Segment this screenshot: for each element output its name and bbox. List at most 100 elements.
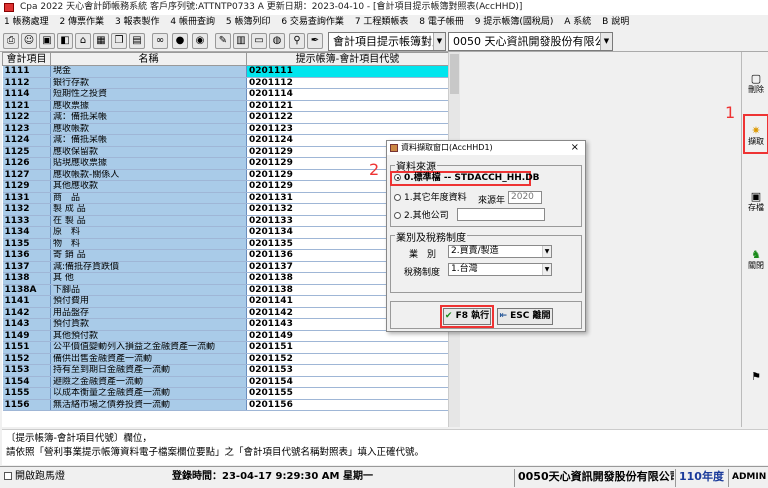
cell-account-name[interactable]: 貼現應收票據: [50, 157, 247, 170]
table-row[interactable]: 1156 無活絡市場之債券投資一流動 0201156: [2, 399, 448, 411]
save-icon[interactable]: ▣: [39, 33, 55, 49]
cell-tax-code[interactable]: 0201122: [246, 111, 448, 124]
cell-account-code[interactable]: 1152: [2, 353, 51, 365]
menu-item-engineering[interactable]: 7 工程類帳表: [351, 15, 413, 30]
checkbox-icon[interactable]: [4, 472, 12, 480]
table-row[interactable]: 1123 應收帳款 0201123: [2, 123, 448, 135]
menu-item-report[interactable]: 3 報表製作: [111, 15, 164, 30]
cell-account-code[interactable]: 1132: [2, 203, 51, 216]
menu-item-ebook[interactable]: 8 電子帳冊: [415, 15, 468, 30]
menu-item-print[interactable]: 5 帳簿列印: [222, 15, 275, 30]
cell-account-code[interactable]: 1133: [2, 215, 51, 227]
printer-icon[interactable]: ⎙: [3, 33, 19, 49]
search-icon[interactable]: ⚲: [289, 33, 305, 49]
cell-account-name[interactable]: 以成本衡量之金融資產一流動: [50, 387, 247, 400]
cell-account-code[interactable]: 1134: [2, 226, 51, 239]
cell-account-code[interactable]: 1156: [2, 399, 51, 411]
cell-tax-code[interactable]: 0201153: [246, 364, 448, 377]
cell-tax-code[interactable]: 0201152: [246, 353, 448, 365]
cell-account-code[interactable]: 1121: [2, 100, 51, 112]
cell-account-name[interactable]: 其他應收款: [50, 180, 247, 193]
table-row[interactable]: 1111 現金 0201111: [2, 65, 448, 78]
doc-icon[interactable]: ▤: [129, 33, 145, 49]
cell-tax-code[interactable]: 0201112: [246, 77, 448, 89]
monitor-icon[interactable]: ▭: [251, 33, 267, 49]
close-button[interactable]: ♞ 關閉: [745, 248, 767, 276]
cell-account-code[interactable]: 1131: [2, 192, 51, 204]
cell-account-name[interactable]: 備供出售金融資產一流動: [50, 353, 247, 365]
menu-item-trade[interactable]: 6 交易查詢作業: [277, 15, 348, 30]
table-row[interactable]: 1141 預付費用 0201141: [2, 295, 448, 308]
cell-account-name[interactable]: 短期性之投資: [50, 88, 247, 101]
cell-account-code[interactable]: 1138A: [2, 284, 51, 296]
user-icon[interactable]: ☺: [21, 33, 37, 49]
cell-account-code[interactable]: 1129: [2, 180, 51, 193]
table-row[interactable]: 1133 在 製 品 0201133: [2, 215, 448, 227]
chevron-down-icon[interactable]: ▼: [600, 33, 612, 50]
scrollbar-thumb[interactable]: [450, 54, 459, 94]
cell-account-name[interactable]: 持有至到期日金融資產一流動: [50, 364, 247, 377]
table-row[interactable]: 1138 其 他 0201138: [2, 272, 448, 285]
cell-tax-code[interactable]: 0201154: [246, 376, 448, 388]
cell-account-code[interactable]: 1154: [2, 376, 51, 388]
cell-account-name[interactable]: 銀行存款: [50, 77, 247, 89]
radio-other-company[interactable]: 2.其他公司: [394, 210, 449, 222]
cell-account-name[interactable]: 現金: [50, 65, 247, 78]
cell-account-code[interactable]: 1114: [2, 88, 51, 101]
cell-account-name[interactable]: 寄 銷 品: [50, 249, 247, 262]
cell-account-name[interactable]: 避險之金融資產一流動: [50, 376, 247, 388]
exit-button[interactable]: ⇤ ESC 離開: [497, 308, 553, 325]
cell-account-code[interactable]: 1135: [2, 238, 51, 250]
table-row[interactable]: 1122 減：備抵呆帳 0201122: [2, 111, 448, 124]
table-row[interactable]: 1135 物 料 0201135: [2, 238, 448, 250]
cell-account-name[interactable]: 其他預付款: [50, 330, 247, 342]
table-row[interactable]: 1137 減:備抵存貨跌價 0201137: [2, 261, 448, 273]
radio-other-year[interactable]: 1.其它年度資料: [394, 192, 467, 204]
home-icon[interactable]: ⌂: [75, 33, 91, 49]
menu-item-system[interactable]: A 系統: [560, 15, 595, 30]
table-row[interactable]: 1124 減：備抵呆帳 0201124: [2, 134, 448, 147]
pen-icon[interactable]: ✒: [307, 33, 323, 49]
cell-tax-code[interactable]: 0201114: [246, 88, 448, 101]
cell-account-name[interactable]: 預付費用: [50, 295, 247, 308]
menu-item-voucher[interactable]: 2 傳票作業: [55, 15, 108, 30]
cell-account-name[interactable]: 公平價值變動列入損益之金融資產一流動: [50, 341, 247, 354]
cell-tax-code[interactable]: 0201151: [246, 341, 448, 354]
cell-account-code[interactable]: 1127: [2, 169, 51, 181]
table-row[interactable]: 1126 貼現應收票據 0201129: [2, 157, 448, 170]
menu-item-query[interactable]: 4 帳冊查詢: [166, 15, 219, 30]
calc-icon[interactable]: ▦: [93, 33, 109, 49]
table-row[interactable]: 1149 其他預付款 0201149: [2, 330, 448, 342]
column-header-code[interactable]: 會計項目: [2, 52, 51, 66]
cell-account-name[interactable]: 原 料: [50, 226, 247, 239]
table-row[interactable]: 1134 原 料 0201134: [2, 226, 448, 239]
table-row[interactable]: 1153 持有至到期日金融資產一流動 0201153: [2, 364, 448, 377]
cell-account-name[interactable]: 製 成 品: [50, 203, 247, 216]
cell-account-name[interactable]: 無活絡市場之債券投資一流動: [50, 399, 247, 411]
cell-account-code[interactable]: 1138: [2, 272, 51, 285]
cell-tax-code[interactable]: 0201111: [246, 65, 448, 78]
cell-account-code[interactable]: 1142: [2, 307, 51, 319]
radio-standard[interactable]: 0.標準檔 -- STDACCH_HH.DB: [394, 172, 540, 184]
table-row[interactable]: 1112 銀行存款 0201112: [2, 77, 448, 89]
year-field[interactable]: 2020: [508, 191, 542, 204]
save-button[interactable]: ▣ 存檔: [745, 190, 767, 218]
cell-account-code[interactable]: 1124: [2, 134, 51, 147]
cell-account-code[interactable]: 1112: [2, 77, 51, 89]
marquee-toggle[interactable]: 開啟跑馬燈: [4, 469, 104, 487]
chevron-down-icon[interactable]: ▼: [542, 246, 551, 257]
edit-icon[interactable]: ✎: [215, 33, 231, 49]
company-field[interactable]: [457, 208, 545, 221]
cell-tax-code[interactable]: 0201155: [246, 387, 448, 400]
menu-item-account[interactable]: 1 帳務處理: [0, 15, 53, 30]
menu-item-tax-book[interactable]: 9 提示帳簿(國稅局): [471, 15, 558, 30]
cell-account-code[interactable]: 1136: [2, 249, 51, 262]
cell-account-code[interactable]: 1137: [2, 261, 51, 273]
cell-account-name[interactable]: 應收票據: [50, 100, 247, 112]
cell-account-code[interactable]: 1141: [2, 295, 51, 308]
cell-account-name[interactable]: 商 品: [50, 192, 247, 204]
record-icon[interactable]: ●: [172, 33, 188, 49]
column-header-tax-code[interactable]: 提示帳簿-會計項目代號: [246, 52, 448, 66]
cell-account-name[interactable]: 其 他: [50, 272, 247, 285]
cell-account-name[interactable]: 預付貨款: [50, 318, 247, 331]
